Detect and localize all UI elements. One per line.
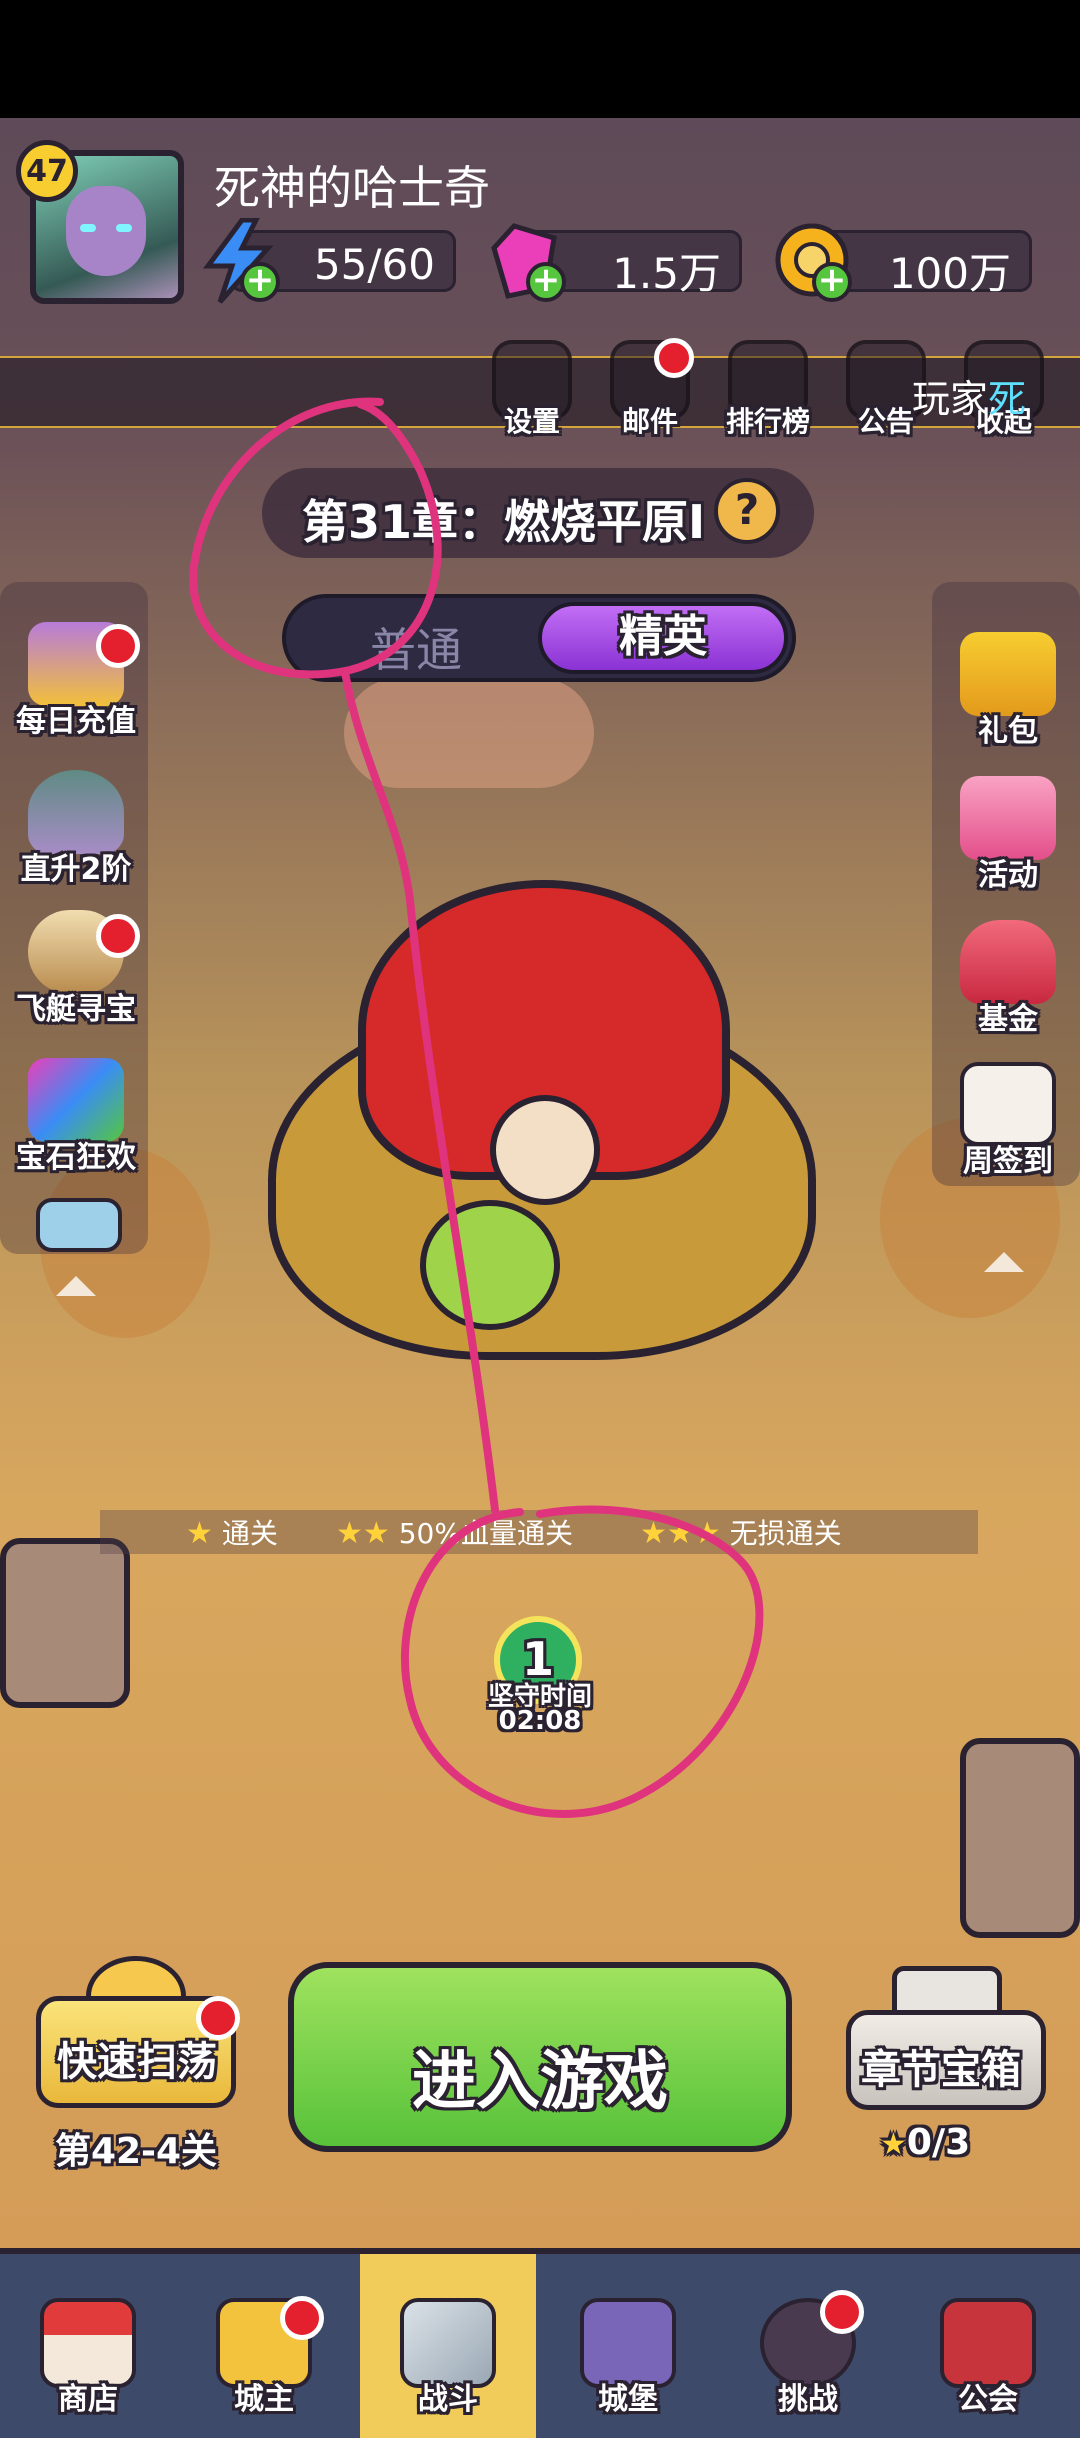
cloud-decoration xyxy=(344,678,594,788)
nav-shop[interactable]: 商店 xyxy=(0,2254,176,2438)
avatar-eye xyxy=(116,224,132,232)
star-icon: ★ xyxy=(880,2127,907,2162)
nav-castle-label: 城堡 xyxy=(598,2382,658,2417)
level-badge: 47 xyxy=(16,140,78,202)
fund-button[interactable]: 基金 xyxy=(938,920,1078,1038)
ranking-button[interactable]: 排行榜 xyxy=(718,340,818,440)
chapter-banner: 第31章：燃烧平原Ⅰ ? xyxy=(262,468,814,558)
condition-no-damage: ★★★ 无损通关 xyxy=(640,1512,842,1552)
notification-dot xyxy=(196,1996,240,2040)
hero-portrait-icon xyxy=(28,770,124,854)
player-tag: 玩家死 xyxy=(912,368,1026,423)
chapter-chest-button[interactable]: 章节宝箱 xyxy=(846,2010,1046,2110)
condition-no-damage-label: 无损通关 xyxy=(729,1517,842,1550)
gem-value: 1.5万 xyxy=(612,249,721,298)
nav-battle[interactable]: 战斗 xyxy=(360,2254,536,2438)
nav-guild[interactable]: 公会 xyxy=(900,2254,1076,2438)
scroll-up-arrow-icon[interactable] xyxy=(56,1276,96,1296)
fund-label: 基金 xyxy=(978,1002,1038,1037)
nav-castle[interactable]: 城堡 xyxy=(540,2254,716,2438)
avatar-face xyxy=(66,186,146,276)
tab-normal[interactable]: 普通 xyxy=(370,614,462,680)
avatar-eye xyxy=(80,224,96,232)
quick-sweep-label: 快速扫荡 xyxy=(57,2039,217,2085)
daily-recharge-label: 每日充值 xyxy=(16,704,136,739)
nav-challenge-label: 挑战 xyxy=(778,2382,838,2417)
chest-progress: ★0/3 xyxy=(880,2122,970,2163)
rock-decoration xyxy=(0,1538,130,1708)
gems-pile-icon xyxy=(28,1058,124,1142)
nav-battle-label: 战斗 xyxy=(418,2382,478,2417)
stamina-value: 55/60 xyxy=(313,240,435,289)
gift-pack-label: 礼包 xyxy=(978,714,1038,749)
help-button[interactable]: ? xyxy=(714,478,780,544)
money-bag-icon xyxy=(960,920,1056,1004)
upgrade-rank-label: 直升2阶 xyxy=(20,852,132,887)
nav-guild-label: 公会 xyxy=(958,2382,1018,2417)
enter-game-label: 进入游戏 xyxy=(412,2045,668,2119)
add-gold-button[interactable]: + xyxy=(812,262,852,302)
gold-value: 100万 xyxy=(888,249,1011,298)
partial-item-icon[interactable] xyxy=(36,1198,122,1252)
sweep-stage-label: 第42-4关 xyxy=(54,2131,218,2172)
notification-dot xyxy=(280,2296,324,2340)
player-tag-highlight: 死 xyxy=(988,377,1027,421)
upgrade-rank-button[interactable]: 直升2阶 xyxy=(6,770,146,888)
gift-box-icon xyxy=(960,632,1056,716)
notification-dot xyxy=(654,338,694,378)
chapter-chest-label: 章节宝箱 xyxy=(861,2047,1021,2093)
condition-clear-label: 通关 xyxy=(221,1517,278,1550)
chapter-title: 第31章：燃烧平原Ⅰ xyxy=(302,495,706,549)
hold-time-value: 02:08 xyxy=(498,1706,582,1736)
bottom-nav: 商店 城主 战斗 城堡 挑战 公会 xyxy=(0,2248,1080,2438)
add-stamina-button[interactable]: + xyxy=(240,262,280,302)
weekly-signin-label: 周签到 xyxy=(963,1144,1053,1179)
nav-lord[interactable]: 城主 xyxy=(176,2254,352,2438)
star-icon: ★★ xyxy=(336,1516,390,1551)
condition-clear: ★ 通关 xyxy=(186,1512,278,1552)
add-gem-button[interactable]: + xyxy=(526,262,566,302)
star-conditions-bar: ★ 通关 ★★ 50%血量通关 ★★★ 无损通关 xyxy=(100,1510,978,1554)
skull-emblem xyxy=(490,1095,600,1205)
event-label: 活动 xyxy=(978,858,1038,893)
nav-challenge[interactable]: 挑战 xyxy=(720,2254,896,2438)
rock-decoration xyxy=(960,1738,1080,1938)
settings-label: 设置 xyxy=(503,405,560,438)
event-button[interactable]: 活动 xyxy=(938,776,1078,894)
weekly-signin-button[interactable]: 周签到 xyxy=(938,1062,1078,1180)
tab-elite[interactable]: 精英 xyxy=(538,602,788,674)
gift-pack-button[interactable]: 礼包 xyxy=(938,632,1078,750)
airship-treasure-label: 飞艇寻宝 xyxy=(16,992,136,1027)
condition-half-hp-label: 50%血量通关 xyxy=(398,1517,573,1550)
mail-label: 邮件 xyxy=(621,405,678,438)
nav-shop-label: 商店 xyxy=(58,2382,118,2417)
nav-lord-label: 城主 xyxy=(234,2382,294,2417)
chest-progress-value: 0/3 xyxy=(906,2122,971,2163)
star-icon: ★ xyxy=(186,1516,213,1551)
calendar-check-icon xyxy=(960,1062,1056,1146)
notification-dot xyxy=(96,624,140,668)
player-tag-prefix: 玩家 xyxy=(912,377,989,421)
gem-carnival-button[interactable]: 宝石狂欢 xyxy=(6,1058,146,1176)
notification-dot xyxy=(820,2290,864,2334)
notification-dot xyxy=(96,914,140,958)
settings-button[interactable]: 设置 xyxy=(482,340,582,440)
scroll-up-arrow-icon[interactable] xyxy=(984,1252,1024,1272)
condition-half-hp: ★★ 50%血量通关 xyxy=(336,1512,573,1552)
player-name: 死神的哈士奇 xyxy=(214,161,490,215)
star-icon: ★★★ xyxy=(640,1516,721,1551)
star-gift-icon xyxy=(960,776,1056,860)
enter-game-button[interactable]: 进入游戏 xyxy=(288,1962,792,2152)
goblin-character xyxy=(420,1200,560,1330)
ranking-label: 排行榜 xyxy=(725,405,810,438)
gem-carnival-label: 宝石狂欢 xyxy=(16,1140,136,1175)
difficulty-toggle: 普通 精英 xyxy=(282,594,796,682)
